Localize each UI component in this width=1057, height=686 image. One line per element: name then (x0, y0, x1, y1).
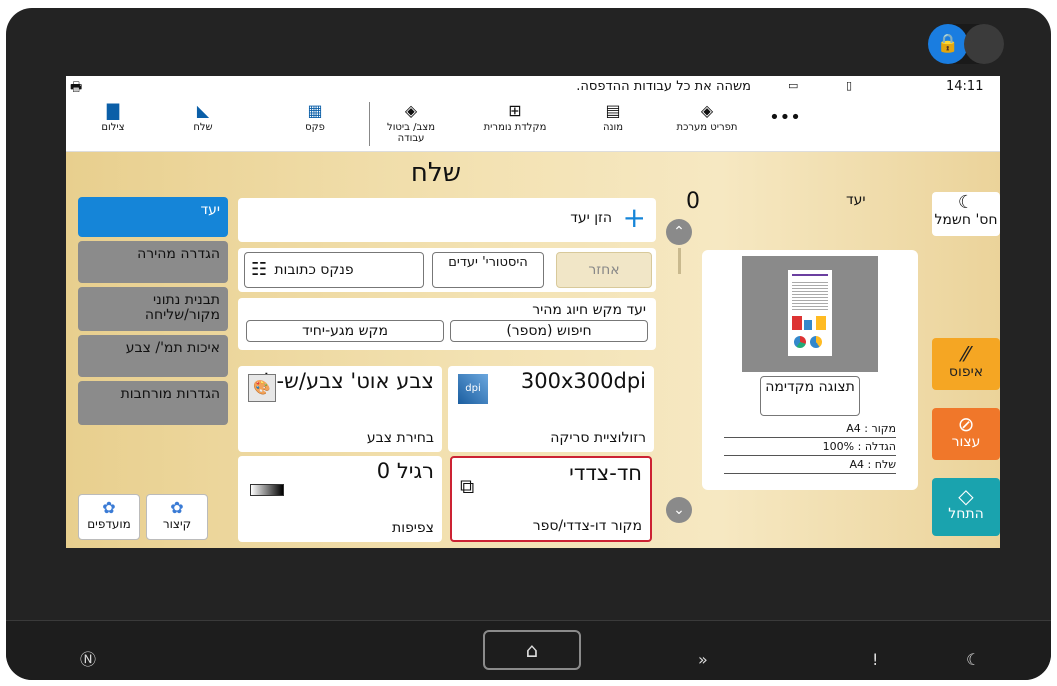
start-button[interactable]: ◇ התחל (932, 478, 1000, 536)
toolbar-fax[interactable]: ▦ פקס (280, 101, 350, 134)
send-icon: ◣ (196, 101, 210, 120)
top-toolbar: ▇ צילום ◣ שלח ▦ פקס ◈ מצב/ ביטול עבודה ⊞ מקלד… (66, 98, 1000, 152)
more-icon: ••• (769, 107, 801, 128)
zoom-info: הגדלה : 100% (724, 438, 896, 456)
toolbar-send[interactable]: ◣ שלח (168, 101, 238, 134)
reset-icon: ⁄⁄ (962, 342, 970, 366)
stop-icon: ⊘ (957, 412, 975, 436)
network-icon: ▭ (788, 79, 799, 92)
home-icon: ⌂ (525, 638, 539, 662)
numeric-keypad-icon: ⊞ (508, 101, 522, 120)
toolbar-numeric-keypad[interactable]: ⊞ מקלדת נומרית (480, 101, 550, 134)
toolbar-more[interactable]: ••• (750, 109, 820, 127)
dpi-icon: dpi (458, 374, 488, 404)
touch-screen: 🖶 משהה את כל עבודות ההדפסה. ▭ ▯ 14:11 ▇ צ… (66, 76, 1000, 548)
counter-icon: ▤ (605, 101, 621, 120)
page-title: שלח (410, 158, 462, 188)
plus-icon: + (622, 201, 646, 234)
toggle-knob (964, 24, 1004, 64)
send-screen: שלח יעד הגדרה מהירה תבנית נתוני מקור/שלי… (66, 152, 1000, 548)
tab-original-send-format[interactable]: תבנית נתוני מקור/שליחה (78, 287, 228, 331)
lock-icon: 🔒 (928, 24, 968, 64)
original-size: מקור : A4 (724, 420, 896, 438)
toolbar-separator (369, 102, 370, 146)
favorites-button[interactable]: ✿ מועדפים (78, 494, 140, 540)
processing-icon: » (698, 650, 708, 669)
toolbar-system-menu[interactable]: ◈ תפריט מערכת (672, 101, 742, 134)
lock-toggle[interactable]: 🔒 (928, 24, 1004, 64)
address-book-button[interactable]: פנקס כתובות ☷ (244, 252, 424, 288)
destination-count: 0 (686, 189, 700, 214)
recall-button[interactable]: אחזר (556, 252, 652, 288)
density-icon (250, 484, 284, 496)
scrollbar[interactable] (678, 248, 681, 274)
clock: 14:11 (946, 79, 984, 94)
stop-button[interactable]: ⊘ עצור (932, 408, 1000, 460)
address-book-icon: ☷ (251, 259, 268, 280)
preview-button[interactable]: תצוגה מקדימה (760, 376, 860, 416)
device-icon: ▯ (846, 79, 853, 92)
tab-advanced-setup[interactable]: הגדרות מורחבות (78, 381, 228, 425)
status-message: משהה את כל עבודות ההדפסה. (576, 79, 751, 94)
favorites-icon: ✿ (102, 498, 116, 517)
resolution-card[interactable]: 300x300dpi dpi רזולוציית סריקה (448, 366, 654, 452)
history-button[interactable]: היסטורי' יעדים (432, 252, 544, 288)
copy-icon: ▇ (106, 101, 120, 120)
toolbar-counter[interactable]: ▤ מונה (578, 101, 648, 134)
page-preview (788, 270, 832, 356)
quick-dial-panel: יעד מקש חיוג מהיר חיפוש (מספר) מקש מגע-י… (238, 298, 656, 350)
shortcut-icon: ✿ (170, 498, 184, 517)
scroll-up-button[interactable]: ⌃ (666, 219, 692, 245)
system-menu-icon: ◈ (700, 101, 714, 120)
tab-image-quality[interactable]: איכות תמ'/ צבע (78, 335, 228, 377)
fax-icon: ▦ (307, 101, 323, 120)
attention-icon: ! (872, 650, 879, 669)
shortcut-button[interactable]: ✿ קיצור (146, 494, 208, 540)
moon-icon: ☾ (957, 192, 975, 213)
preview-panel: תצוגה מקדימה מקור : A4 הגדלה : 100% שלח … (702, 250, 918, 490)
duplex-icon: ⧉ (460, 474, 475, 498)
quick-dial-label: יעד מקש חיוג מהיר (532, 302, 646, 318)
add-destination-field[interactable]: + הזן יעד (238, 198, 656, 242)
job-status-icon: ◈ (404, 101, 418, 120)
search-number-button[interactable]: חיפוש (מספר) (450, 320, 648, 342)
energy-saver-button[interactable]: ☾ חס' חשמל (932, 192, 1000, 236)
printer-icon: 🖶 (70, 80, 83, 95)
reset-button[interactable]: ⁄⁄ איפוס (932, 338, 1000, 390)
density-card[interactable]: רגיל 0 צפיפות (238, 456, 442, 542)
scroll-down-button[interactable]: ⌄ (666, 497, 692, 523)
nfc-icon: Ⓝ (80, 650, 97, 669)
tab-destination[interactable]: יעד (78, 197, 228, 237)
toolbar-copy[interactable]: ▇ צילום (78, 101, 148, 134)
destination-buttons-row: אחזר היסטורי' יעדים פנקס כתובות ☷ (238, 248, 656, 292)
toolbar-job-status[interactable]: ◈ מצב/ ביטול עבודה (376, 101, 446, 145)
one-touch-button[interactable]: מקש מגע-יחיד (246, 320, 444, 342)
send-size: שלח : A4 (724, 456, 896, 474)
start-icon: ◇ (958, 484, 974, 508)
home-button[interactable]: ⌂ (483, 630, 581, 670)
color-selection-card[interactable]: צבע אוט' צבע/ש-ל 🎨 בחירת צבע (238, 366, 442, 452)
color-select-icon: 🎨 (248, 374, 276, 402)
document-thumbnail (742, 256, 878, 372)
destination-label: יעד (846, 192, 866, 208)
duplex-card[interactable]: חד-צדדי ⧉ מקור דו-צדדי/ספר (450, 456, 652, 542)
power-icon: ☾ (966, 650, 981, 669)
tab-quick-setup[interactable]: הגדרה מהירה (78, 241, 228, 283)
status-bar: 🖶 משהה את כל עבודות ההדפסה. ▭ ▯ 14:11 (66, 76, 1000, 98)
